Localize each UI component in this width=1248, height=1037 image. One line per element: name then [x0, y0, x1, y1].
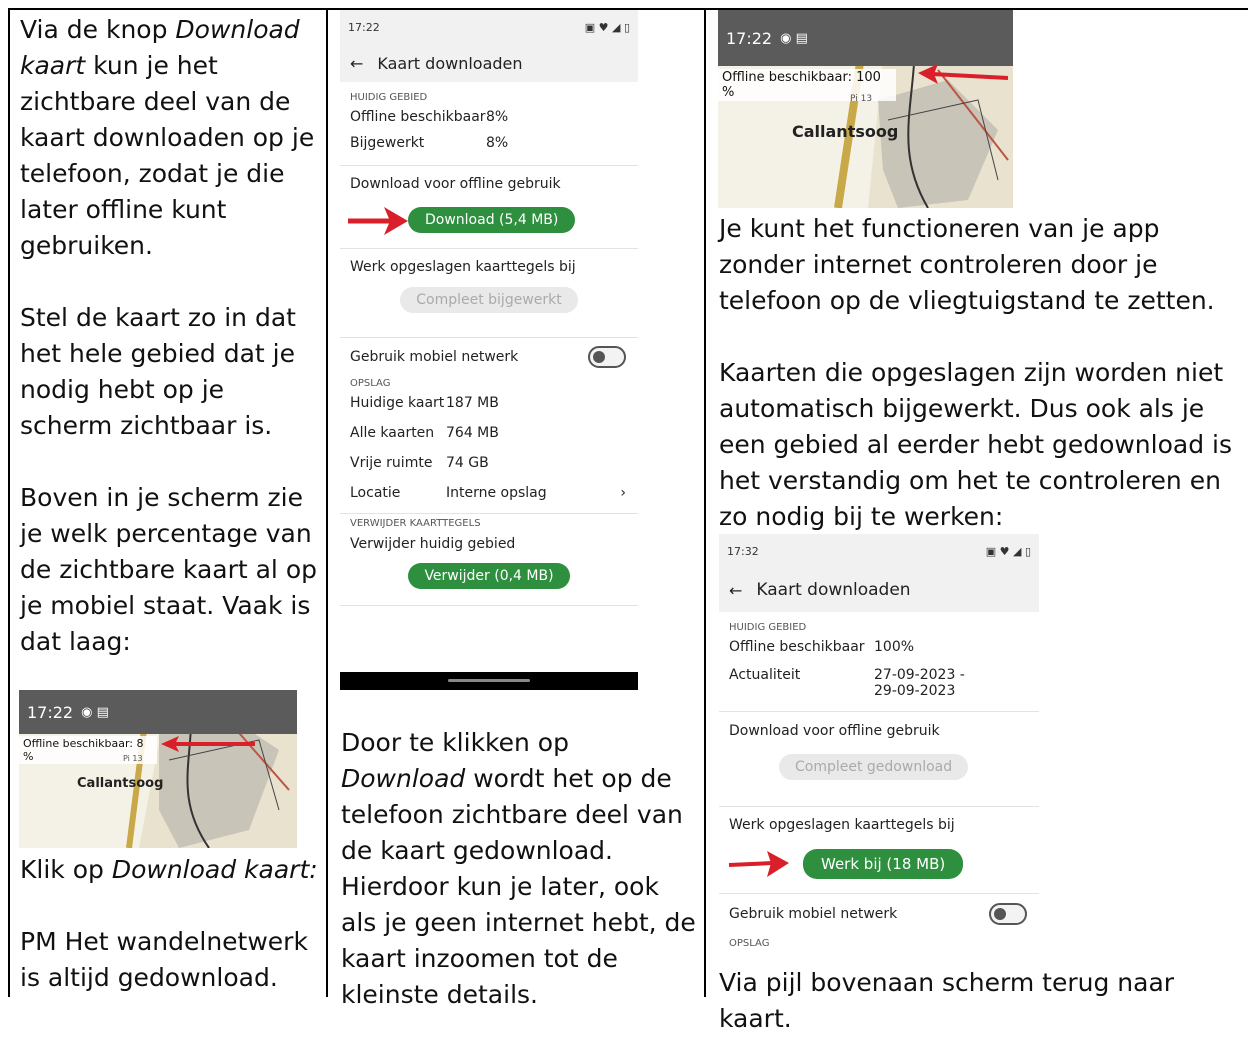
status-icons: ◉ ▤	[780, 30, 808, 46]
column-1: Via de knop Download kaart kun je het zi…	[20, 12, 320, 997]
col1-paragraph-4: Klik op Download kaart:	[20, 855, 318, 884]
location-row[interactable]: Locatie Interne opslag ›	[340, 485, 638, 509]
update-header: Werk opgeslagen kaarttegels bij	[350, 259, 576, 275]
col3-paragraph-2: Kaarten die opgeslagen zijn worden niet …	[719, 358, 1233, 531]
status-bar-icons: ▣ ♥ ◢ ▯	[584, 20, 630, 34]
app-bar: ← Kaart downloaden	[340, 44, 638, 82]
status-time: 17:32	[727, 544, 759, 558]
offline-available-row: Offline beschikbaar 100%	[729, 639, 915, 655]
table-left-border	[8, 8, 10, 997]
red-arrow-icon	[918, 64, 1009, 84]
col3-paragraph-1: Je kunt het functioneren van je app zond…	[719, 214, 1215, 315]
column-1-lower: Klik op Download kaart: PM Het wandelnet…	[20, 852, 320, 997]
updated-row: Bijgewerkt 8%	[350, 135, 509, 151]
navigation-bar	[340, 672, 638, 690]
mobile-network-toggle[interactable]	[989, 903, 1027, 925]
map-time: 17:22	[27, 702, 74, 722]
update-button[interactable]: Werk bij (18 MB)	[803, 849, 964, 879]
all-maps-row: Alle kaarten 764 MB	[350, 425, 499, 441]
current-map-row: Huidige kaart 187 MB	[350, 395, 499, 411]
download-header: Download voor offline gebruik	[350, 176, 561, 192]
col1-paragraph-5: PM Het wandelnetwerk is altijd gedownloa…	[20, 927, 308, 992]
offline-available-row: Offline beschikbaar 8%	[350, 109, 509, 125]
red-arrow-icon	[728, 851, 789, 877]
section-storage: OPSLAG	[350, 378, 391, 389]
map-time: 17:22	[726, 28, 773, 48]
screen-title: Kaart downloaden	[377, 53, 523, 73]
download-map-screenshot: 17:22 ▣ ♥ ◢ ▯ ← Kaart downloaden HUIDIG …	[340, 10, 638, 690]
delete-button[interactable]: Verwijder (0,4 MB)	[408, 563, 570, 589]
mobile-network-row: Gebruik mobiel netwerk	[340, 342, 638, 372]
status-icons: ◉ ▤	[81, 704, 109, 720]
red-arrow-icon	[161, 736, 255, 752]
section-delete-tiles: VERWIJDER KAARTTEGELS	[350, 518, 481, 529]
actuality-row: Actualiteit 27-09-2023 -29-09-2023	[729, 667, 965, 699]
download-button[interactable]: Download (5,4 MB)	[408, 207, 576, 233]
map-place-name: Callantsoog	[792, 122, 899, 141]
mobile-network-row: Gebruik mobiel netwerk	[719, 898, 1039, 930]
status-bar-icons: ▣ ♥ ◢ ▯	[985, 544, 1031, 558]
map-screenshot-100-percent: 17:22 ◉ ▤ Offline beschikbaar: 100 % Pi …	[718, 10, 1013, 208]
column-3-footer: Via pijl bovenaan scherm terug naar kaar…	[719, 965, 1244, 1037]
column-divider-2	[704, 8, 706, 997]
col3-paragraph-3: Via pijl bovenaan scherm terug naar kaar…	[719, 968, 1175, 1033]
map-place-name: Callantsoog	[77, 776, 164, 791]
col2-paragraph-1: Door te klikken op Download wordt het op…	[341, 728, 696, 1009]
column-2-text: Door te klikken op Download wordt het op…	[341, 725, 701, 1009]
update-header: Werk opgeslagen kaarttegels bij	[729, 817, 955, 833]
map-small-label: Pi 13	[123, 754, 143, 763]
back-arrow-icon[interactable]: ←	[729, 581, 742, 600]
section-current-area: HUIDIG GEBIED	[729, 622, 807, 633]
screen-title: Kaart downloaden	[756, 580, 911, 600]
update-map-screenshot: 17:32 ▣ ♥ ◢ ▯ ← Kaart downloaden HUIDIG …	[719, 534, 1039, 964]
download-header: Download voor offline gebruik	[729, 723, 940, 739]
fully-downloaded-button[interactable]: Compleet gedownload	[779, 754, 969, 780]
chevron-right-icon: ›	[620, 485, 626, 501]
free-space-row: Vrije ruimte 74 GB	[350, 455, 489, 471]
section-storage: OPSLAG	[729, 938, 770, 949]
col1-paragraph-3: Boven in je scherm zie je welk percentag…	[20, 483, 317, 656]
column-divider-1	[326, 8, 328, 997]
section-current-area: HUIDIG GEBIED	[350, 92, 428, 103]
col1-paragraph-2: Stel de kaart zo in dat het hele gebied …	[20, 303, 296, 440]
mobile-network-toggle[interactable]	[588, 346, 626, 368]
delete-header: Verwijder huidig gebied	[350, 536, 516, 552]
map-screenshot-8-percent: 17:22 ◉ ▤ Offline beschikbaar: 8 % Pi 13…	[19, 690, 297, 848]
back-arrow-icon[interactable]: ←	[350, 54, 363, 73]
map-small-label: Pi 13	[850, 94, 873, 104]
fully-updated-button[interactable]: Compleet bijgewerkt	[400, 287, 578, 313]
red-arrow-icon	[348, 207, 408, 235]
app-bar: ← Kaart downloaden	[719, 568, 1039, 612]
col1-paragraph-1: Via de knop Download kaart kun je het zi…	[20, 15, 315, 260]
status-time: 17:22	[348, 20, 380, 34]
